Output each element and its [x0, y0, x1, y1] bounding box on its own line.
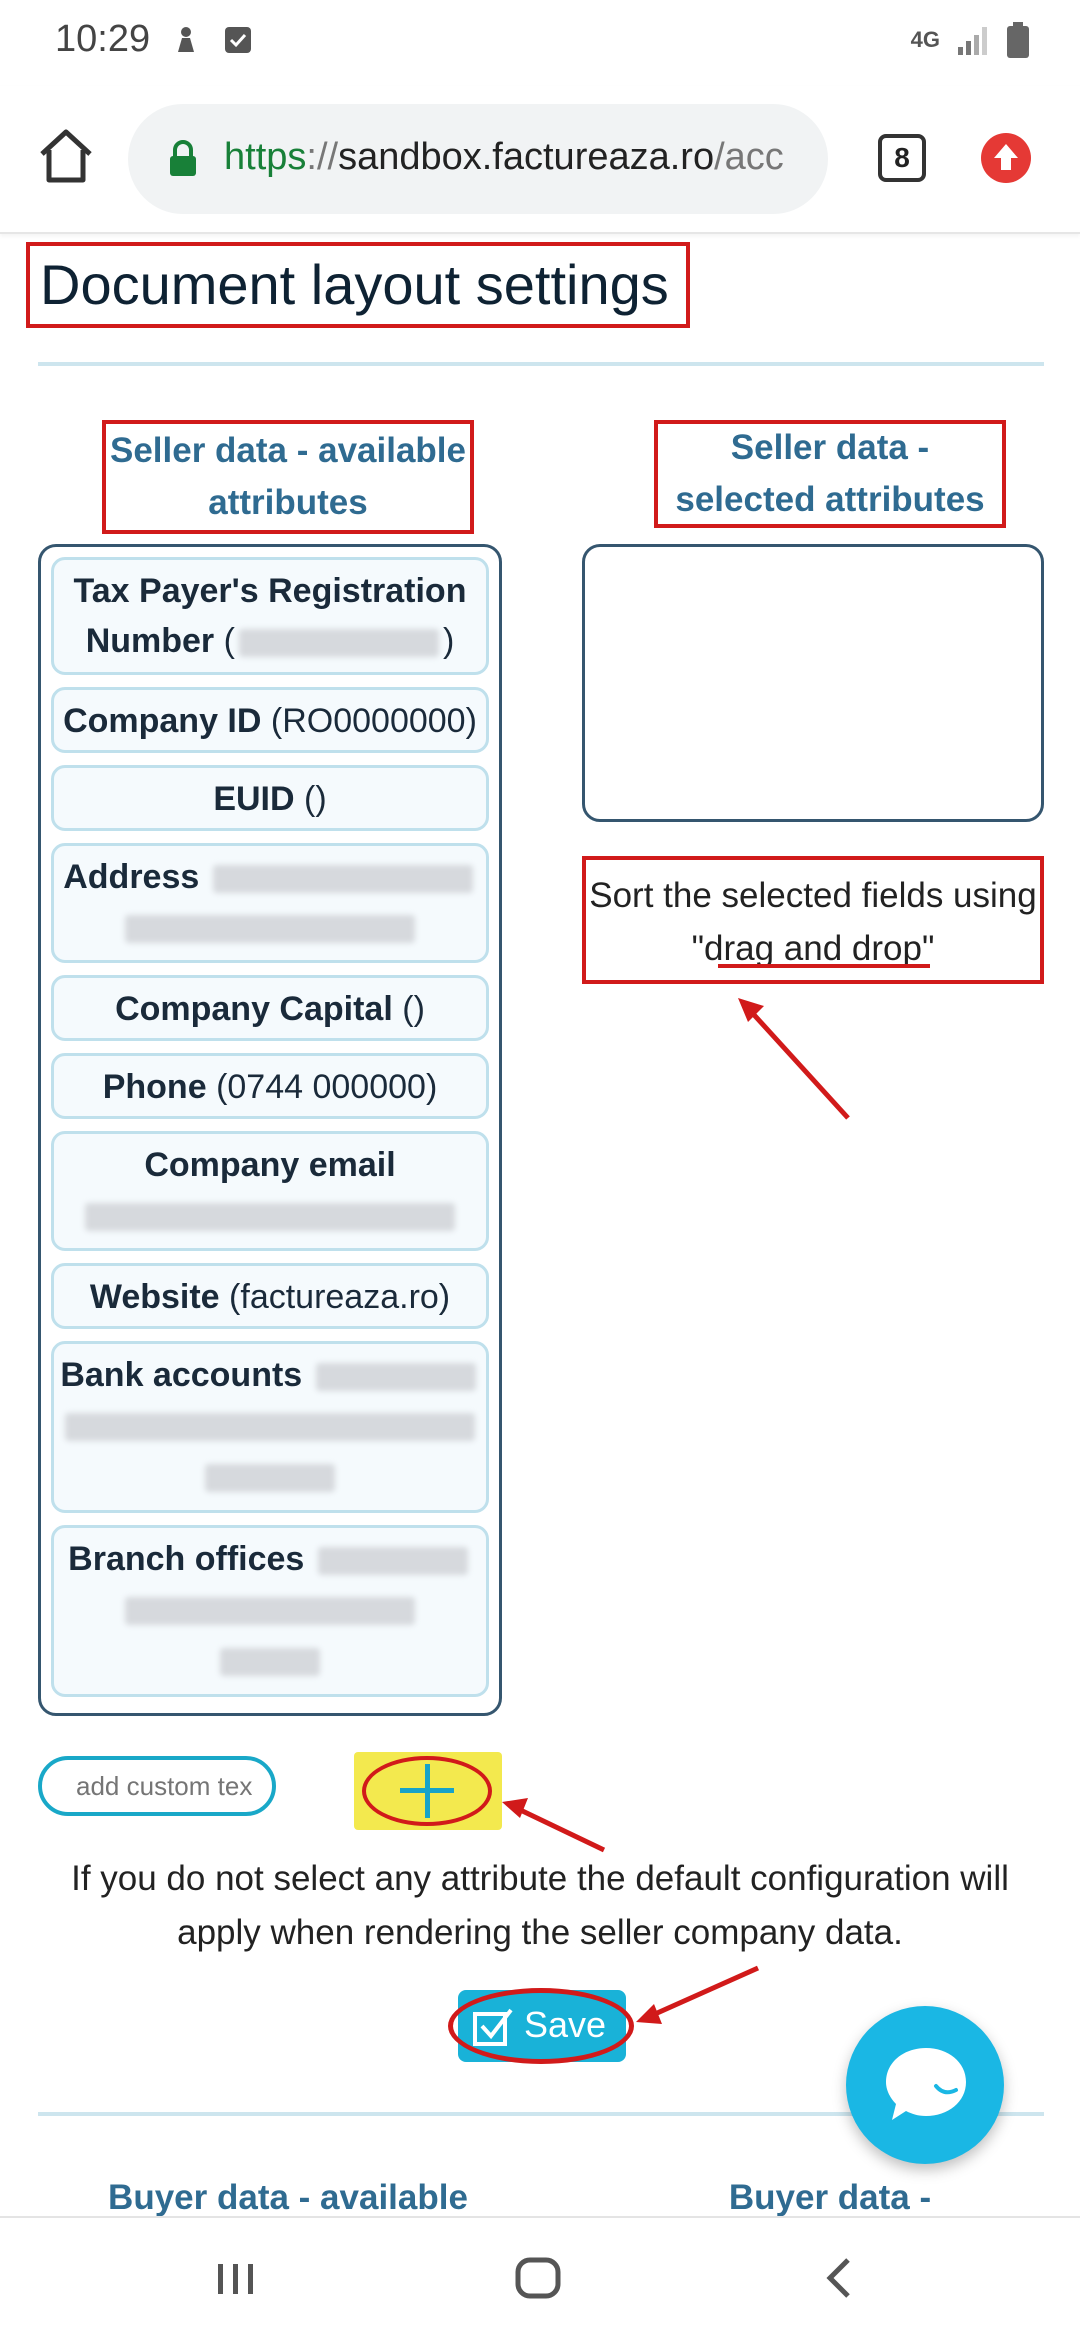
arrow-to-add-button: [502, 1798, 606, 1853]
save-highlight-ring: [448, 1988, 634, 2064]
attribute-item-euid[interactable]: EUID (): [51, 765, 489, 831]
url-scheme: https: [224, 136, 307, 178]
lock-icon: [170, 140, 196, 176]
notification-icon: [178, 27, 194, 52]
attribute-item-company-email[interactable]: Company email: [51, 1131, 489, 1251]
sort-hint-text: Sort the selected fields using: [589, 876, 1037, 915]
home-button-icon[interactable]: [508, 2248, 568, 2308]
attribute-name: Company ID: [63, 702, 262, 740]
checkbox-icon: [225, 27, 251, 53]
attribute-value: (factureaza.ro): [229, 1278, 451, 1316]
seller-selected-dropzone[interactable]: [582, 544, 1044, 822]
attribute-item-tax-registration[interactable]: Tax Payer's Registration Number (): [51, 557, 489, 675]
update-icon[interactable]: [980, 132, 1032, 184]
attribute-name: Branch offices: [68, 1540, 305, 1578]
url-path: /acc: [714, 136, 784, 178]
attribute-name: Address: [63, 858, 200, 896]
seller-selected-heading: Seller data - selected attributes: [675, 428, 985, 519]
attribute-name: Website: [89, 1278, 220, 1316]
sort-hint: Sort the selected fields using "drag and…: [586, 870, 1040, 975]
url-text: https://sandbox.factureaza.ro/acc: [224, 136, 784, 179]
attribute-value: (): [304, 780, 327, 818]
4g-icon: 4G: [910, 27, 940, 52]
sort-hint-underline: [718, 964, 930, 968]
section-divider: [38, 362, 1044, 366]
attribute-name: EUID: [213, 780, 295, 818]
sort-hint-link: "drag and drop": [691, 928, 935, 968]
battery-icon: [1007, 22, 1029, 58]
attribute-value: (): [223, 622, 455, 661]
url-host: sandbox.factureaza.ro: [338, 136, 715, 178]
attribute-item-phone[interactable]: Phone (0744 000000): [51, 1053, 489, 1119]
available-heading-highlight: Seller data - available attributes: [102, 420, 474, 534]
seller-available-list[interactable]: Tax Payer's Registration Number () Compa…: [38, 544, 502, 1716]
attribute-item-company-id[interactable]: Company ID (RO0000000): [51, 687, 489, 753]
attribute-value: (RO0000000): [270, 702, 477, 740]
page-title-highlight: Document layout settings: [26, 242, 690, 328]
save-button[interactable]: Save: [448, 1988, 634, 2064]
arrow-to-save-button: [636, 1965, 760, 2024]
attribute-name: Bank accounts: [60, 1356, 303, 1394]
seller-available-heading: Seller data - available attributes: [109, 431, 466, 522]
attribute-item-website[interactable]: Website (factureaza.ro): [51, 1263, 489, 1329]
attribute-item-company-capital[interactable]: Company Capital (): [51, 975, 489, 1041]
arrow-to-sort-hint: [738, 998, 850, 1120]
attribute-item-bank-accounts[interactable]: Bank accounts: [51, 1341, 489, 1513]
attribute-value: (): [402, 990, 425, 1028]
attribute-item-branch-offices[interactable]: Branch offices: [51, 1525, 489, 1697]
chat-icon: [886, 2048, 966, 2120]
status-time: 10:29: [55, 18, 151, 60]
back-icon[interactable]: [810, 2248, 870, 2308]
address-bar[interactable]: https://sandbox.factureaza.ro/acc: [128, 104, 828, 214]
selected-heading-highlight: Seller data - selected attributes: [654, 420, 1006, 528]
chat-button[interactable]: [846, 2006, 1004, 2164]
sort-hint-highlight: Sort the selected fields using "drag and…: [582, 856, 1044, 984]
signal-icon: [958, 27, 987, 55]
tab-switcher-button[interactable]: 8: [878, 134, 926, 182]
status-bar: 10:29 4G: [0, 0, 1080, 86]
custom-text-input[interactable]: [38, 1756, 276, 1816]
attribute-item-address[interactable]: Address: [51, 843, 489, 963]
seller-info-text: If you do not select any attribute the d…: [71, 1859, 1009, 1953]
browser-toolbar: https://sandbox.factureaza.ro/acc 8: [0, 86, 1080, 234]
attribute-value: [81, 1196, 459, 1234]
attribute-name: Company email: [144, 1146, 396, 1184]
recent-apps-icon[interactable]: [206, 2248, 266, 2308]
home-icon[interactable]: [34, 124, 98, 188]
add-custom-text-button[interactable]: [354, 1752, 502, 1830]
system-nav-bar: [0, 2216, 1080, 2340]
attribute-value: (0744 000000): [216, 1068, 438, 1106]
page-title: Document layout settings: [40, 253, 669, 316]
url-separator: ://: [306, 136, 339, 178]
attribute-name: Phone: [102, 1068, 207, 1106]
attribute-name: Company Capital: [115, 990, 393, 1028]
